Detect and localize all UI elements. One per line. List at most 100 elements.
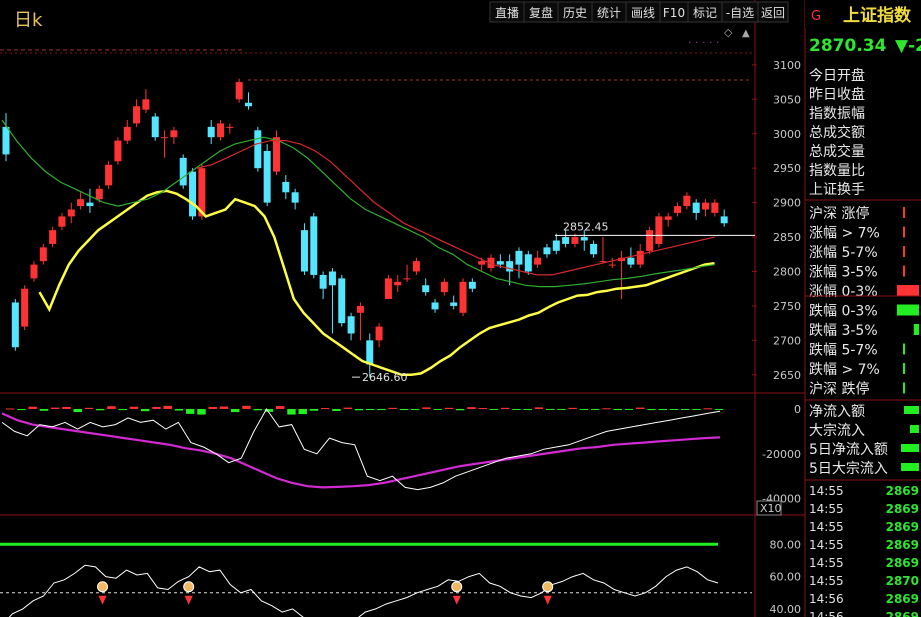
tick-value-1: 2869 [886, 502, 919, 516]
price-tick-label-9: 2650 [773, 369, 801, 382]
candle-body-5 [49, 230, 57, 244]
info-label-4: 总成交量 [809, 143, 865, 160]
flow-bar-43 [489, 408, 499, 410]
stat-label-1: 涨幅 > 7% [809, 226, 880, 242]
flow-bar-45 [512, 408, 521, 410]
flow-bar-52 [591, 408, 600, 410]
flow-tick-label-0: 0 [794, 403, 801, 416]
flow-bars [6, 405, 724, 415]
index-change: ▼-2 [895, 36, 921, 56]
flow-bar-21 [242, 405, 251, 409]
candle-body-36 [338, 278, 346, 324]
candle-body-13 [123, 126, 131, 141]
stat-bar-3 [903, 265, 905, 277]
candle-body-76 [711, 202, 719, 213]
tick-time-4: 14:55 [809, 556, 844, 570]
flow-bar-13 [152, 406, 161, 409]
low-annotation: 2646.60 [362, 371, 408, 384]
scroll-up-icon[interactable]: ▲ [742, 28, 750, 39]
candle-body-47 [440, 281, 448, 293]
index-name[interactable]: 上证指数 [843, 5, 912, 26]
flow-line-1 [1, 408, 721, 491]
info-label-0: 今日开盘 [809, 67, 865, 84]
stat-label-6: 跌幅 3-5% [809, 323, 878, 339]
flow-line-0 [1, 412, 721, 489]
candle-body-11 [105, 164, 113, 186]
flow-bar-35 [399, 408, 409, 411]
high-annotation: 2852.45 [563, 220, 609, 233]
flow-bar-51 [579, 408, 589, 410]
price-tick-label-2: 3000 [773, 128, 801, 141]
stat-bar-1 [903, 226, 905, 238]
stat-bar-9 [903, 382, 905, 394]
signal-arrow-1 [184, 595, 193, 605]
price-tick-label-6: 2800 [773, 265, 801, 278]
flow-bar-31 [354, 408, 364, 411]
candle-body-51 [478, 261, 486, 265]
toolbar-button-label-4[interactable]: 画线 [631, 6, 655, 20]
stat-label-3: 涨幅 3-5% [809, 265, 878, 281]
toolbar-button-label-5[interactable]: F10 [663, 6, 685, 20]
diamond-icon[interactable]: ◇ [724, 26, 733, 39]
flow-bar-11 [129, 406, 139, 409]
candle-body-23 [217, 123, 225, 138]
price-tick-label-5: 2850 [773, 231, 801, 244]
flow-bar-22 [253, 408, 262, 411]
flow-bar-30 [343, 407, 352, 409]
candle-body-18 [170, 130, 178, 138]
flow-bar-0 [904, 406, 919, 414]
signal-arrow-2 [452, 595, 461, 605]
flow-bar-50 [568, 407, 577, 409]
price-tick-label-4: 2900 [773, 197, 801, 210]
candle-body-60 [562, 237, 570, 244]
candle-body-19 [179, 157, 187, 186]
toolbar-button-label-6[interactable]: 标记 [693, 6, 717, 20]
tick-time-7: 14:56 [809, 610, 844, 617]
flow-bar-63 [714, 408, 724, 410]
candle-body-57 [534, 257, 542, 265]
candle-body-10 [95, 188, 103, 200]
info-label-3: 总成交额 [809, 124, 865, 141]
grid-lines [0, 0, 806, 617]
flow-bar-16 [186, 408, 195, 414]
toolbar-button-label-0[interactable]: 直播 [495, 6, 519, 20]
flow-bar-44 [501, 407, 510, 409]
info-label-6: 上证换手 [809, 181, 865, 198]
flow-label-3: 5日大宗流入 [809, 461, 888, 477]
toolbar-button-label-7[interactable]: -自选 [726, 6, 754, 20]
flow-bar-46 [523, 408, 532, 410]
flow-bar-7 [84, 407, 94, 409]
flow-bar-1 [910, 425, 919, 433]
candle-body-3 [30, 264, 38, 279]
candle-body-41 [384, 278, 392, 300]
flow-bar-1 [17, 408, 26, 411]
candlestick-series [2, 78, 728, 378]
candle-body-48 [450, 302, 458, 306]
candle-body-9 [86, 202, 94, 207]
tick-list: 14:55 2869 14:55 2869 14:55 2869 14:55 2869 14:5… [809, 484, 919, 617]
flow-bar-4 [51, 407, 60, 409]
toolbar-button-label-3[interactable]: 统计 [597, 6, 621, 20]
stat-bar-8 [903, 363, 905, 374]
candle-body-12 [114, 140, 122, 162]
candle-body-15 [142, 99, 150, 110]
flow-lines [1, 408, 721, 491]
dots-icon[interactable]: · · · · · [688, 36, 719, 49]
candle-body-54 [506, 261, 514, 272]
flow-bar-27 [309, 408, 319, 411]
toolbar-button-label-1[interactable]: 复盘 [529, 5, 553, 20]
stat-label-7: 跌幅 5-7% [809, 343, 878, 359]
stat-bar-0 [903, 207, 905, 218]
candle-body-43 [403, 278, 411, 280]
flow-axis: 0-20000-40000 [762, 403, 801, 506]
tick-value-7: 2869 [886, 610, 919, 617]
tick-value-3: 2869 [886, 538, 919, 552]
candle-body-27 [254, 130, 262, 169]
toolbar-button-label-2[interactable]: 历史 [563, 6, 587, 20]
candle-body-31 [291, 192, 299, 203]
toolbar-button-label-8[interactable]: 返回 [761, 6, 785, 20]
x10-label: X10 [760, 502, 782, 515]
flow-bar-24 [276, 406, 285, 409]
candle-body-38 [356, 305, 364, 313]
flow-bar-20 [231, 408, 240, 413]
